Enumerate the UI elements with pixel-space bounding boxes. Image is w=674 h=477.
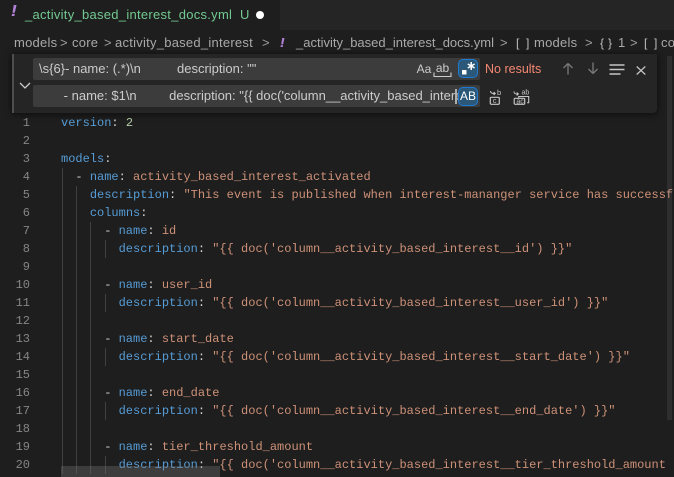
svg-text:ac: ac [516, 98, 524, 105]
svg-text:c: c [493, 96, 497, 105]
svg-text:ab: ab [522, 90, 530, 97]
svg-text:b: b [497, 89, 501, 97]
